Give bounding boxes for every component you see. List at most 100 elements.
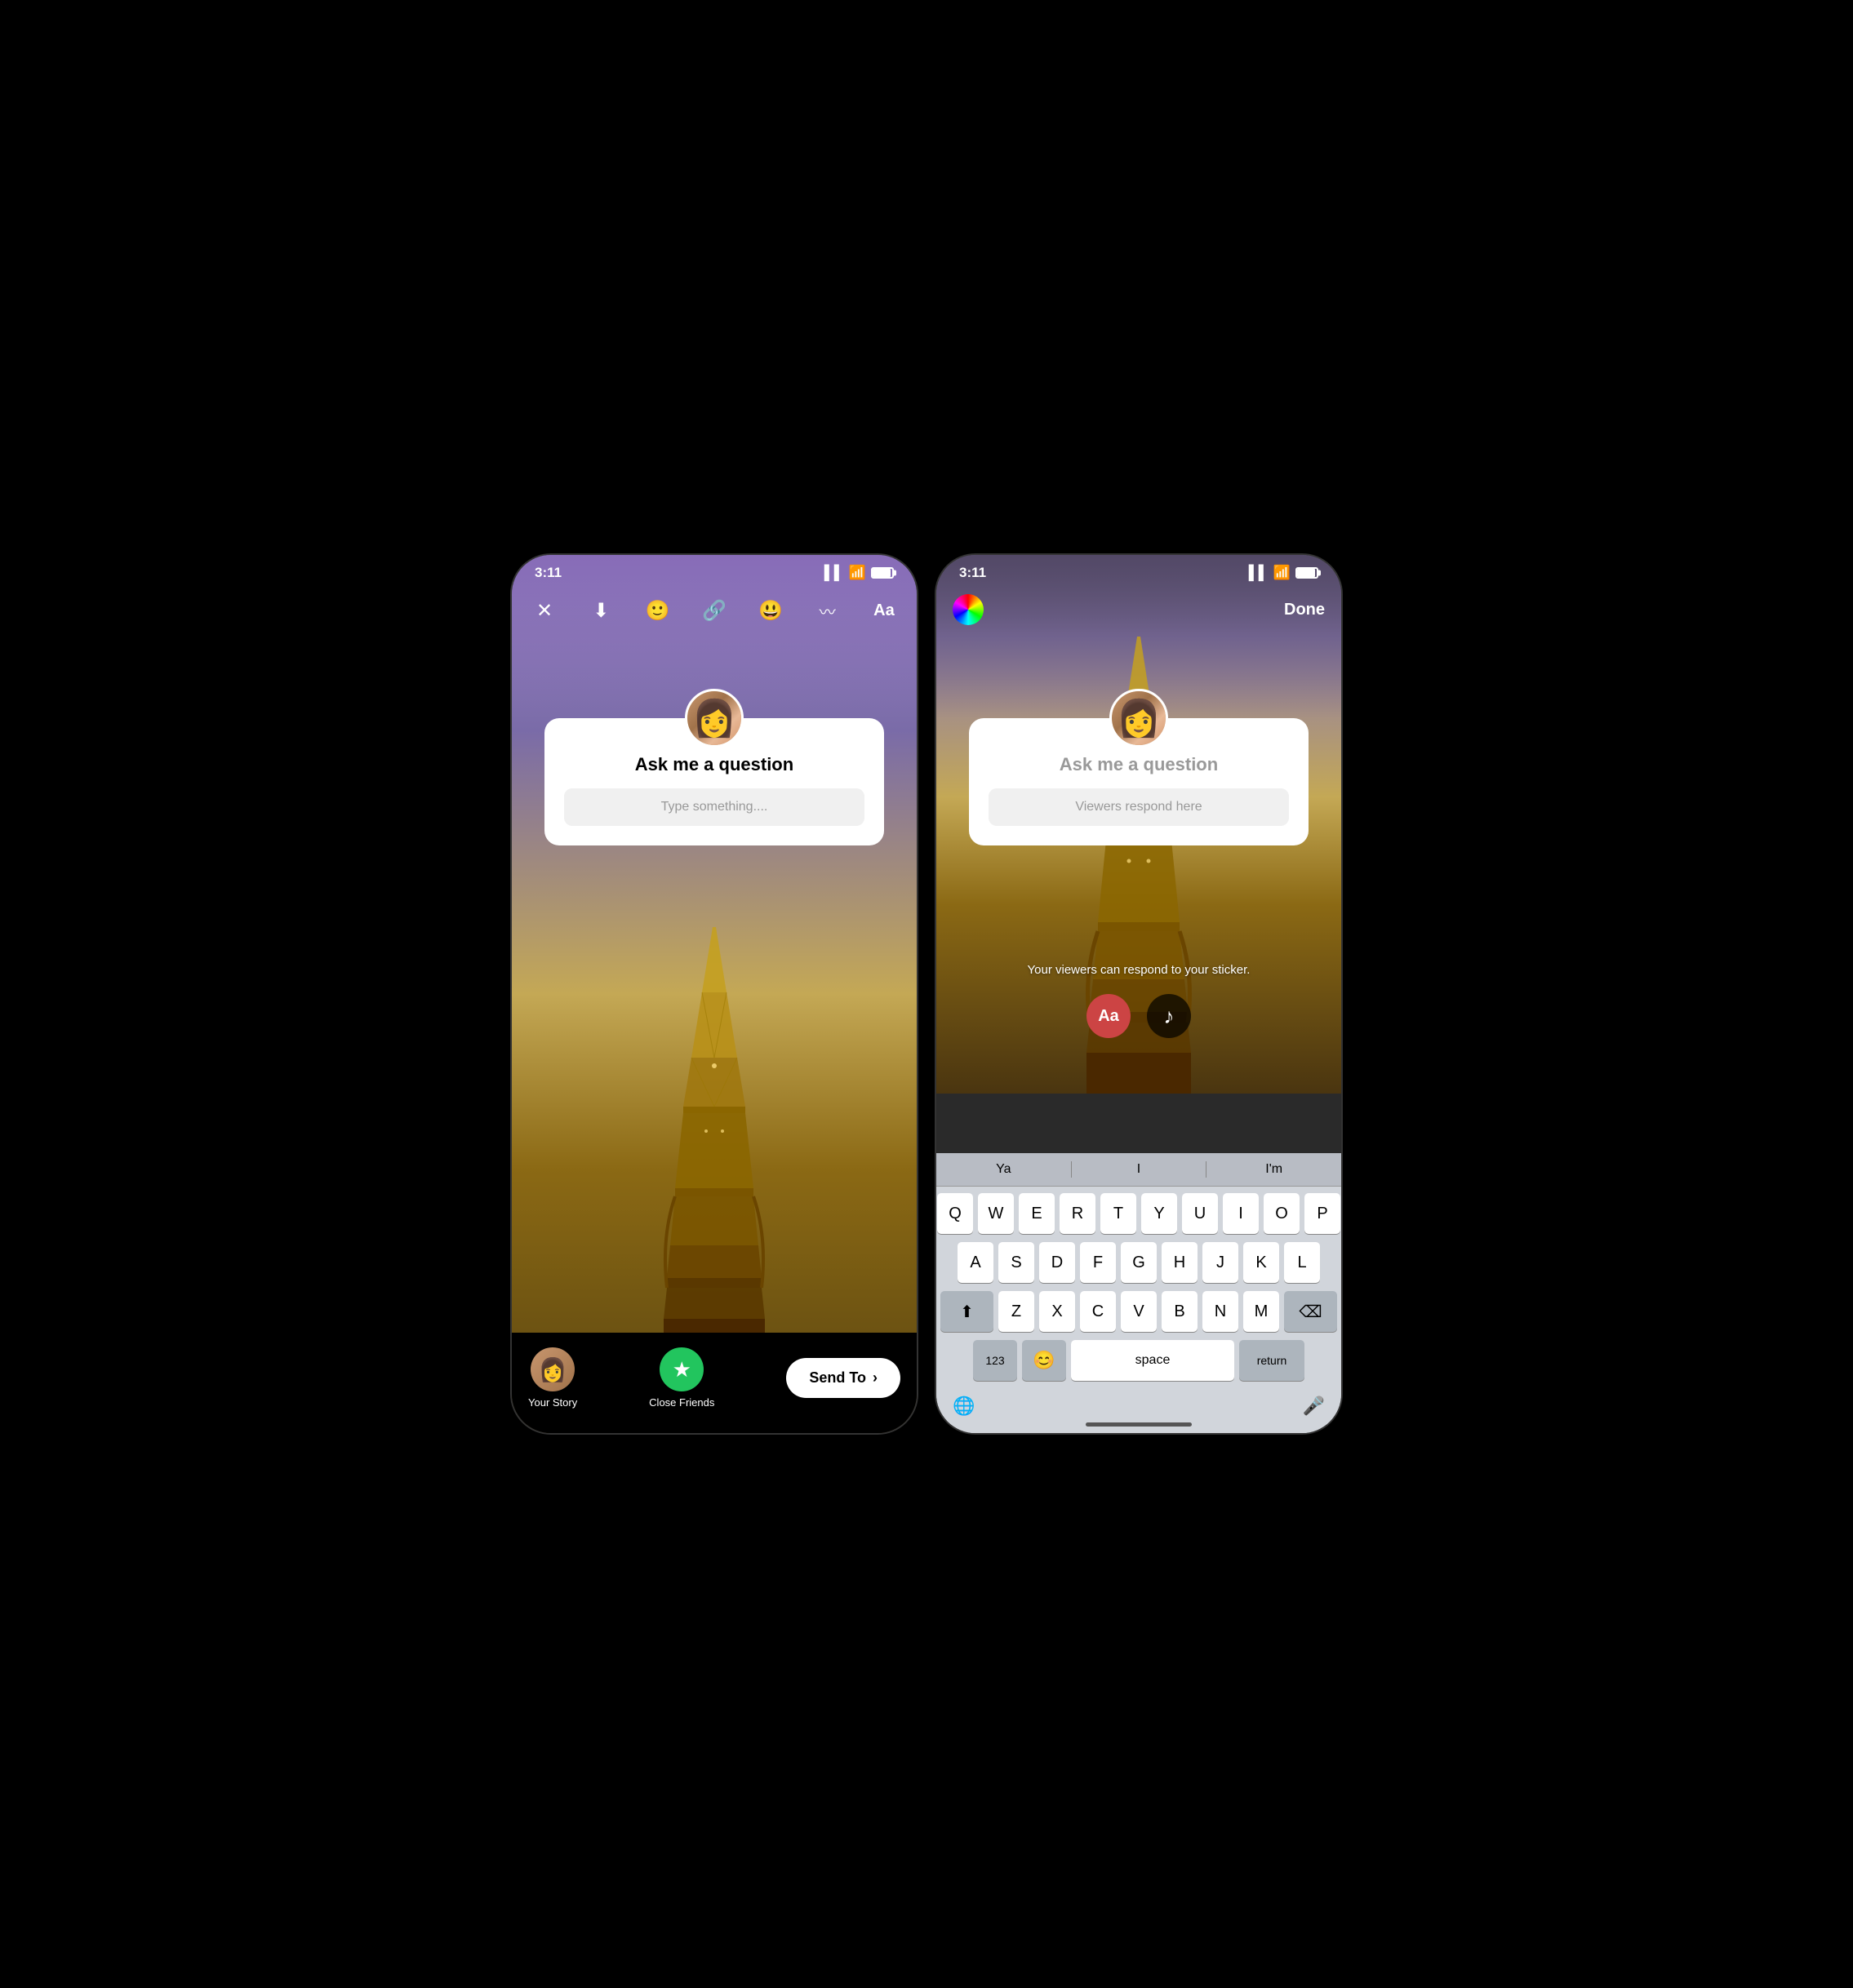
key-l[interactable]: L xyxy=(1284,1242,1320,1283)
story-background xyxy=(512,555,917,1433)
toolbar-left: ✕ ⬇ 🙂 🔗 😃 〰 Aa xyxy=(512,594,917,627)
battery-icon-right xyxy=(1295,567,1318,579)
key-r[interactable]: R xyxy=(1060,1193,1095,1234)
key-row-4: 123 😊 space return xyxy=(940,1340,1337,1381)
key-u[interactable]: U xyxy=(1182,1193,1218,1234)
left-phone: 3:11 ▌▌ 📶 ✕ ⬇ 🙂 🔗 😃 〰 Aa Ask me a xyxy=(510,553,918,1435)
eiffel-tower-left xyxy=(649,927,780,1335)
key-a[interactable]: A xyxy=(958,1242,993,1283)
wifi-icon: 📶 xyxy=(849,565,866,581)
question-title-right: Ask me a question xyxy=(1060,754,1218,775)
key-i[interactable]: I xyxy=(1223,1193,1259,1234)
key-h[interactable]: H xyxy=(1162,1242,1198,1283)
key-c[interactable]: C xyxy=(1080,1291,1116,1332)
question-input-right[interactable]: Viewers respond here xyxy=(989,788,1289,826)
your-story-option[interactable]: 👩 Your Story xyxy=(528,1347,577,1409)
key-f[interactable]: F xyxy=(1080,1242,1116,1283)
autocomplete-im[interactable]: I'm xyxy=(1206,1162,1341,1177)
key-row-3: ⬆ Z X C V B N M ⌫ xyxy=(940,1291,1337,1332)
battery-icon xyxy=(871,567,894,579)
shift-key[interactable]: ⬆ xyxy=(940,1291,993,1332)
right-phone: 3:11 ▌▌ 📶 Done Ask me a question Viewers… xyxy=(935,553,1343,1435)
phones-container: 3:11 ▌▌ 📶 ✕ ⬇ 🙂 🔗 😃 〰 Aa Ask me a xyxy=(494,537,1359,1451)
status-bar-right: 3:11 ▌▌ 📶 xyxy=(936,555,1341,588)
question-card-right: Ask me a question Viewers respond here xyxy=(969,718,1309,845)
download-button[interactable]: ⬇ xyxy=(584,594,617,627)
emoji-key[interactable]: 😊 xyxy=(1022,1340,1066,1381)
avatar-right xyxy=(1109,689,1168,748)
key-y[interactable]: Y xyxy=(1141,1193,1177,1234)
mic-icon[interactable]: 🎤 xyxy=(1303,1396,1325,1417)
key-q[interactable]: Q xyxy=(937,1193,973,1234)
key-x[interactable]: X xyxy=(1039,1291,1075,1332)
key-k[interactable]: K xyxy=(1243,1242,1279,1283)
done-button[interactable]: Done xyxy=(1284,601,1325,619)
key-g[interactable]: G xyxy=(1121,1242,1157,1283)
key-w[interactable]: W xyxy=(978,1193,1014,1234)
text-music-tools: Aa ♪ xyxy=(936,994,1341,1038)
key-d[interactable]: D xyxy=(1039,1242,1075,1283)
key-j[interactable]: J xyxy=(1202,1242,1238,1283)
close-friends-avatar: ★ xyxy=(660,1347,704,1391)
question-title-left: Ask me a question xyxy=(635,754,793,775)
text-tool-button[interactable]: Aa xyxy=(1086,994,1131,1038)
emoji-add-button[interactable]: 🙂 xyxy=(642,594,674,627)
home-indicator-right xyxy=(1086,1422,1192,1427)
send-to-label: Send To xyxy=(809,1369,866,1387)
globe-icon[interactable]: 🌐 xyxy=(953,1396,975,1417)
text-button[interactable]: Aa xyxy=(868,594,900,627)
keyboard-rows: Q W E R T Y U I O P A S D F G xyxy=(936,1187,1341,1381)
key-row-2: A S D F G H J K L xyxy=(940,1242,1337,1283)
text-tool-label: Aa xyxy=(1098,1007,1119,1026)
key-t[interactable]: T xyxy=(1100,1193,1136,1234)
color-wheel-button[interactable] xyxy=(953,594,984,625)
avatar-image-left xyxy=(687,691,741,745)
close-friends-label: Close Friends xyxy=(649,1396,714,1409)
music-tool-button[interactable]: ♪ xyxy=(1147,994,1191,1038)
viewers-text: Your viewers can respond to your sticker… xyxy=(936,963,1341,977)
sticker-button[interactable]: 😃 xyxy=(754,594,787,627)
time-left: 3:11 xyxy=(535,565,562,581)
key-p[interactable]: P xyxy=(1304,1193,1340,1234)
key-e[interactable]: E xyxy=(1019,1193,1055,1234)
keyboard-section: Ya I I'm Q W E R T Y U I O xyxy=(936,1153,1341,1433)
avatar-left xyxy=(685,689,744,748)
time-right: 3:11 xyxy=(959,565,986,581)
space-key[interactable]: space xyxy=(1071,1340,1234,1381)
key-z[interactable]: Z xyxy=(998,1291,1034,1332)
key-n[interactable]: N xyxy=(1202,1291,1238,1332)
your-story-avatar: 👩 xyxy=(531,1347,575,1391)
send-to-button[interactable]: Send To › xyxy=(786,1358,900,1398)
signal-icon-right: ▌▌ xyxy=(1249,565,1269,581)
autocomplete-ya[interactable]: Ya xyxy=(936,1162,1071,1177)
return-key[interactable]: return xyxy=(1239,1340,1304,1381)
question-input-left[interactable]: Type something.... xyxy=(564,788,864,826)
autocomplete-i[interactable]: I xyxy=(1072,1162,1206,1177)
send-arrow: › xyxy=(873,1369,878,1387)
bottom-bar-left: 👩 Your Story ★ Close Friends Send To › xyxy=(512,1333,917,1433)
numbers-key[interactable]: 123 xyxy=(973,1340,1017,1381)
key-o[interactable]: O xyxy=(1264,1193,1300,1234)
key-s[interactable]: S xyxy=(998,1242,1034,1283)
key-m[interactable]: M xyxy=(1243,1291,1279,1332)
status-icons-right: ▌▌ 📶 xyxy=(1249,565,1318,581)
key-b[interactable]: B xyxy=(1162,1291,1198,1332)
status-icons-left: ▌▌ 📶 xyxy=(824,565,894,581)
squiggle-button[interactable]: 〰 xyxy=(811,594,844,627)
link-button[interactable]: 🔗 xyxy=(698,594,731,627)
status-bar-left: 3:11 ▌▌ 📶 xyxy=(512,555,917,588)
your-story-label: Your Story xyxy=(528,1396,577,1409)
wifi-icon-right: 📶 xyxy=(1273,565,1291,581)
autocomplete-bar: Ya I I'm xyxy=(936,1153,1341,1187)
question-card-left: Ask me a question Type something.... xyxy=(544,718,884,845)
close-friends-star: ★ xyxy=(673,1357,691,1382)
toolbar-right: Done xyxy=(936,594,1341,625)
delete-key[interactable]: ⌫ xyxy=(1284,1291,1337,1332)
avatar-image-right xyxy=(1112,691,1166,745)
signal-icon: ▌▌ xyxy=(824,565,844,581)
close-friends-option[interactable]: ★ Close Friends xyxy=(649,1347,714,1409)
key-row-1: Q W E R T Y U I O P xyxy=(940,1193,1337,1234)
music-tool-label: ♪ xyxy=(1164,1004,1175,1029)
close-button[interactable]: ✕ xyxy=(528,594,561,627)
key-v[interactable]: V xyxy=(1121,1291,1157,1332)
